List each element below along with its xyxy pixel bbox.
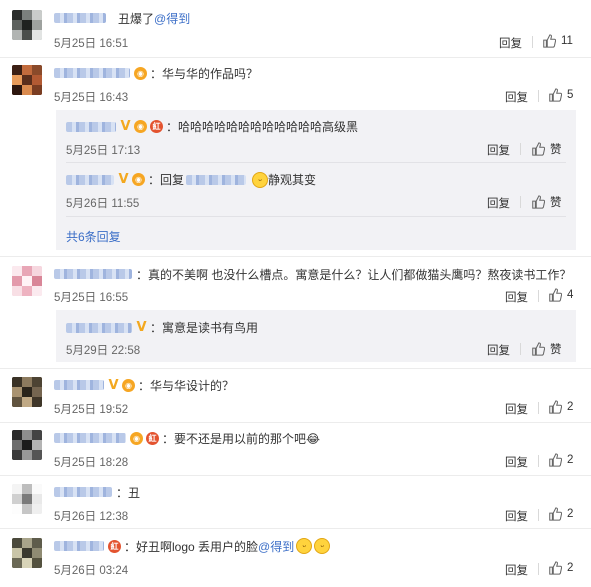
grin-emoji-icon: ᵕ (252, 171, 269, 188)
reply-button[interactable]: 回复 (487, 342, 510, 358)
reply-button[interactable]: 回复 (505, 289, 528, 305)
member-icon: ◉ (134, 120, 147, 133)
like-button[interactable]: 2 (548, 453, 573, 467)
thumbs-up-icon (532, 195, 545, 209)
like-button[interactable]: 2 (548, 507, 573, 521)
reply-text: 静观其变 (268, 173, 317, 187)
comment-text: ：华与华的作品吗？ (150, 66, 259, 81)
comment-text: 丑爆了 (118, 11, 155, 26)
reply-button[interactable]: 回复 (505, 89, 528, 105)
reply-button[interactable]: 回复 (487, 195, 510, 211)
red-badge-icon: 紅 (146, 431, 159, 445)
like-count: 2 (567, 562, 574, 574)
like-button[interactable]: 赞 (531, 141, 562, 157)
comment-text: ：要不还是用以前的那个吧😂 (162, 431, 321, 446)
thumbs-up-icon (549, 507, 562, 521)
avatar[interactable] (12, 484, 42, 514)
avatar[interactable] (12, 266, 42, 296)
comment-time: 5月25日 16:43 (54, 92, 129, 104)
username-blurred[interactable] (54, 13, 106, 23)
username-blurred[interactable] (54, 487, 112, 497)
avatar[interactable] (12, 10, 42, 40)
reply-time: 5月29日 22:58 (66, 345, 141, 357)
like-button[interactable]: 2 (548, 400, 573, 414)
reply-time: 5月26日 11:55 (66, 198, 140, 210)
like-count: 5 (567, 89, 574, 101)
laugh-cry-emoji-icon: ᵕ (314, 538, 331, 554)
like-button[interactable]: 赞 (531, 341, 562, 357)
like-button[interactable]: 11 (542, 34, 573, 48)
thumbs-up-icon (549, 453, 562, 467)
member-icon: ◉ (122, 378, 135, 392)
reply-button[interactable]: 回复 (505, 508, 528, 524)
like-count: 2 (567, 454, 574, 466)
comment-text: ：华与华设计的？ (138, 378, 235, 393)
thumbs-up-icon (549, 288, 562, 302)
avatar[interactable] (12, 377, 42, 407)
laugh-cry-emoji-icon: ᵕ (296, 538, 313, 554)
like-count: 2 (567, 401, 574, 413)
username-blurred[interactable] (66, 174, 114, 185)
more-replies-link[interactable]: 共6条回复 (66, 228, 121, 245)
username-blurred[interactable] (54, 541, 104, 551)
reply-target-blurred[interactable] (186, 174, 247, 185)
like-button[interactable]: 5 (548, 88, 573, 102)
username-blurred[interactable] (54, 433, 126, 443)
username-blurred[interactable] (54, 68, 130, 78)
reply-button[interactable]: 回复 (505, 454, 528, 470)
avatar[interactable] (12, 538, 42, 568)
verified-v-icon: V (108, 377, 119, 393)
like-count: 11 (561, 35, 573, 47)
like-count: 2 (567, 508, 574, 520)
reply-time: 5月25日 17:13 (66, 145, 141, 157)
thumbs-up-icon (549, 88, 562, 102)
like-button[interactable]: 赞 (531, 194, 562, 210)
reply-text: ：哈哈哈哈哈哈哈哈哈哈哈哈高级黑 (166, 120, 359, 134)
username-blurred[interactable] (54, 269, 132, 279)
thumbs-up-icon (532, 142, 545, 156)
username-blurred[interactable] (66, 322, 132, 333)
red-badge-icon: 紅 (108, 539, 121, 553)
like-button[interactable]: 2 (548, 561, 573, 575)
comment-time: 5月25日 16:55 (54, 292, 129, 304)
verified-v-icon: V (136, 320, 147, 335)
reply-button[interactable]: 回复 (505, 401, 528, 417)
comment-time: 5月26日 03:24 (54, 565, 129, 577)
mention-link[interactable]: @得到 (258, 538, 294, 555)
thumbs-up-icon (532, 342, 545, 356)
reply-button[interactable]: 回复 (505, 562, 528, 578)
like-label: 赞 (550, 197, 562, 209)
like-count: 4 (567, 289, 574, 301)
reply-prefix: ：回复 (148, 173, 185, 187)
reply-thread: V ：寓意是读书有鸟用 5月29日 22:58 回复 赞 (56, 310, 576, 362)
thumbs-up-icon (549, 561, 562, 575)
avatar[interactable] (12, 430, 42, 460)
reply-button[interactable]: 回复 (487, 142, 510, 158)
reply-thread: V ◉ 紅 ：哈哈哈哈哈哈哈哈哈哈哈哈高级黑 5月25日 17:13 回复 赞 … (56, 110, 576, 250)
verified-v-icon: V (118, 172, 129, 187)
comment-time: 5月25日 18:28 (54, 457, 129, 469)
like-button[interactable]: 4 (548, 288, 573, 302)
comment-text: ：真的不美啊 也没什么槽点。寓意是什么？让人们都做猫头鹰吗？熬夜读书工作？ (136, 267, 572, 282)
member-icon: ◉ (130, 431, 143, 445)
thumbs-up-icon (543, 34, 556, 48)
username-blurred[interactable] (54, 380, 104, 390)
like-label: 赞 (550, 344, 562, 356)
avatar[interactable] (12, 65, 42, 95)
like-label: 赞 (550, 144, 562, 156)
member-icon: ◉ (132, 173, 145, 186)
comment-time: 5月26日 12:38 (54, 511, 129, 523)
thumbs-up-icon (549, 400, 562, 414)
username-blurred[interactable] (66, 121, 116, 132)
verified-v-icon: V (120, 119, 131, 134)
comment-text: ：丑 (116, 485, 141, 500)
reply-text: ：寓意是读书有鸟用 (150, 321, 259, 335)
comment-time: 5月25日 19:52 (54, 404, 129, 416)
mention-link[interactable]: @得到 (154, 10, 190, 27)
comment-time: 5月25日 16:51 (54, 38, 129, 50)
red-badge-icon: 紅 (150, 120, 163, 133)
member-icon: ◉ (134, 66, 147, 80)
comment-text: ：好丑啊logo 丢用户的脸 (124, 539, 259, 554)
reply-button[interactable]: 回复 (499, 35, 522, 51)
